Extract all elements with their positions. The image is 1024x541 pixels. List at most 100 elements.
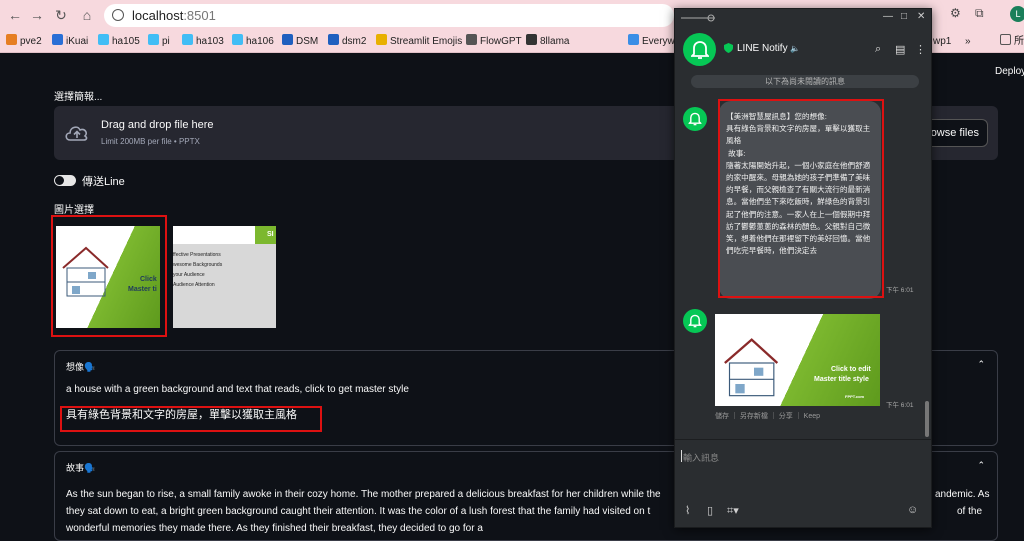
address-bar[interactable]: localhost:8501 [104, 4, 674, 27]
send-line-toggle[interactable] [54, 175, 76, 186]
folder-icon [376, 34, 387, 45]
menu-icon[interactable]: ⋮ [915, 43, 926, 56]
site-info-icon[interactable] [112, 9, 124, 21]
bookmark-streamlit-emojis[interactable]: Streamlit Emojis [376, 34, 462, 50]
profile-avatar[interactable]: L [1010, 6, 1024, 22]
home-assistant-icon [232, 34, 243, 45]
bookmark-pve2[interactable]: pve2 [6, 34, 42, 50]
bookmark-pi[interactable]: pi [148, 34, 170, 50]
window-titlebar: — □ ✕ [675, 9, 931, 27]
drop-subtitle: Limit 200MB per file • PPTX [101, 137, 200, 146]
slide2-line-3: your Audience [173, 272, 205, 278]
text-caret [681, 450, 682, 462]
close-icon[interactable]: ✕ [917, 11, 925, 22]
image-select-label: 圖片選擇 [54, 205, 94, 216]
deploy-button[interactable]: Deploy [995, 66, 1024, 77]
story-line-3: wonderful memories they made there. As t… [66, 523, 483, 534]
puzzle-icon[interactable]: ⧉ [975, 6, 984, 21]
story-line-2-end: of the [957, 506, 983, 517]
bell-icon [688, 112, 702, 126]
url-port: :8501 [183, 8, 216, 23]
story-line-1: As the sun began to rise, a small family… [66, 489, 661, 500]
message-input-area[interactable]: 輸入訊息 ⌇ ▯ ⌗▾ ☺ [675, 439, 931, 527]
dsm-icon [328, 34, 339, 45]
message-avatar[interactable] [683, 309, 707, 333]
selected-thumbnail-highlight [51, 215, 167, 337]
unread-divider: 以下為尚未閱讀的訊息 [691, 75, 919, 88]
bookmark-dsm[interactable]: DSM [282, 34, 318, 50]
minimize-icon[interactable]: — [883, 11, 893, 22]
emoji-icon[interactable]: ☺ [907, 504, 918, 516]
image-time: 下午 6:01 [886, 402, 914, 409]
image-caption-1: Click to edit [831, 366, 871, 373]
drop-title: Drag and drop file here [101, 119, 214, 131]
bookmark-ha105[interactable]: ha105 [98, 34, 140, 50]
search-icon[interactable]: ⌕ [875, 43, 881, 56]
imagine-english: a house with a green background and text… [66, 384, 409, 395]
image-caption-2: Master title style [814, 376, 869, 383]
bookmark-ha106[interactable]: ha106 [232, 34, 274, 50]
bookmark-folder[interactable]: 所 [1000, 34, 1024, 50]
chat-icon [628, 34, 639, 45]
slide2-line-1: ffective Presentations [173, 252, 221, 258]
chinese-highlight-box [60, 406, 322, 432]
folder-icon [1000, 34, 1011, 45]
message-time: 下午 6:01 [886, 287, 914, 294]
image-message[interactable]: Click to edit Master title style FPPT.co… [715, 314, 880, 406]
bell-icon [690, 40, 709, 59]
home-assistant-icon [98, 34, 109, 45]
llama-icon [526, 34, 537, 45]
line-chat-window: — □ ✕ LINE Notify 🔈 ⌕ ▤ ⋮ 以下為尚未閱讀的訊息 【美洲… [674, 8, 932, 528]
slide-thumbnail-2[interactable]: SI ffective Presentations wesome Backgro… [173, 226, 276, 328]
extension-icon[interactable]: ⚙ [950, 6, 961, 20]
bookmark-everywl[interactable]: Everywl [628, 34, 677, 50]
story-line-1-end: andemic. As [935, 489, 990, 500]
pve-icon [6, 34, 17, 45]
slide2-line-2: wesome Backgrounds [173, 262, 223, 268]
notes-icon[interactable]: ▤ [895, 43, 905, 56]
chevron-up-icon[interactable]: ⌃ [977, 359, 985, 370]
maximize-icon[interactable]: □ [901, 11, 907, 22]
story-line-2: they sat down to eat, a bright green bac… [66, 506, 651, 517]
message-avatar[interactable] [683, 107, 707, 131]
forward-icon[interactable]: → [28, 6, 46, 24]
chat-header: LINE Notify 🔈 ⌕ ▤ ⋮ [675, 27, 931, 75]
home-assistant-icon [148, 34, 159, 45]
bell-icon [688, 314, 702, 328]
image-actions[interactable]: 儲存 ｜ 另存新檔 ｜ 分享 ｜ Keep [715, 411, 820, 421]
chat-scrollbar[interactable] [925, 401, 929, 437]
home-assistant-icon [182, 34, 193, 45]
bookmark-wp1[interactable]: wp1 [933, 34, 951, 50]
bookmark-ha103[interactable]: ha103 [182, 34, 224, 50]
bookmark-dsm2[interactable]: dsm2 [328, 34, 366, 50]
bookmark-ikuai[interactable]: iKuai [52, 34, 88, 50]
chat-name: LINE Notify 🔈 [737, 43, 801, 54]
bookmark-icon[interactable]: ▯ [707, 504, 713, 517]
cloud-upload-icon [65, 126, 88, 141]
bookmark-8llama[interactable]: 8llama [526, 34, 569, 50]
ikuai-icon [52, 34, 63, 45]
message-highlight-box [718, 99, 884, 298]
image-footer: FPPT.com [845, 394, 865, 399]
message-input[interactable]: 輸入訊息 [683, 451, 719, 464]
bookmark-flowgpt[interactable]: FlowGPT [466, 34, 522, 50]
slide2-tag: SI [255, 226, 276, 244]
slider-icon[interactable] [681, 14, 715, 22]
back-icon[interactable]: ← [6, 6, 24, 24]
bookmarks-overflow-icon[interactable]: » [965, 34, 971, 50]
send-line-label: 傳送Line [82, 176, 125, 188]
house-illustration [724, 338, 779, 397]
flowgpt-icon [466, 34, 477, 45]
home-icon[interactable]: ⌂ [78, 6, 96, 24]
bot-avatar[interactable] [683, 33, 716, 66]
reload-icon[interactable]: ↻ [52, 6, 70, 24]
url-host: localhost [132, 8, 184, 23]
attachment-icon[interactable]: ⌇ [685, 504, 690, 517]
story-title: 故事🗣️ [66, 463, 96, 473]
mute-icon: 🔈 [790, 44, 801, 53]
uploader-label: 選擇簡報... [54, 92, 103, 103]
imagine-title: 想像🗣️ [66, 362, 96, 372]
crop-icon[interactable]: ⌗▾ [727, 504, 739, 518]
chevron-up-icon[interactable]: ⌃ [977, 460, 985, 471]
verified-shield-icon [724, 43, 733, 53]
